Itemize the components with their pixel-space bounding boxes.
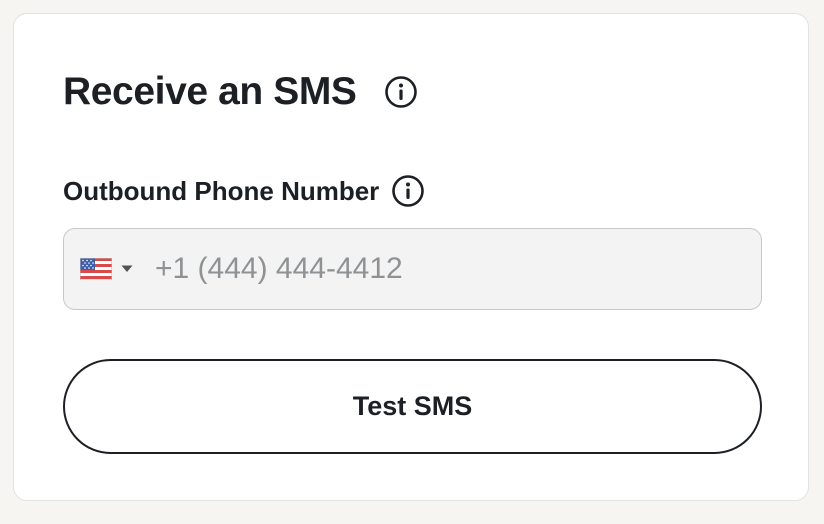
info-icon-glyph bbox=[384, 76, 417, 108]
info-icon[interactable] bbox=[384, 75, 418, 109]
info-icon[interactable] bbox=[391, 174, 425, 208]
phone-label-row: Outbound Phone Number bbox=[63, 173, 425, 209]
phone-number-label: Outbound Phone Number bbox=[63, 176, 380, 206]
card-title: Receive an SMS bbox=[63, 70, 357, 113]
phone-number-input[interactable] bbox=[155, 239, 761, 299]
title-row: Receive an SMS bbox=[63, 70, 418, 114]
us-flag-icon bbox=[80, 258, 112, 280]
info-icon-glyph bbox=[392, 175, 425, 207]
test-sms-button[interactable]: Test SMS bbox=[63, 359, 762, 454]
country-code-select[interactable] bbox=[80, 258, 133, 280]
phone-number-field bbox=[63, 228, 762, 310]
chevron-down-icon bbox=[121, 265, 133, 272]
sms-card: Receive an SMS Outbound Phone Number +1 … bbox=[13, 13, 809, 501]
